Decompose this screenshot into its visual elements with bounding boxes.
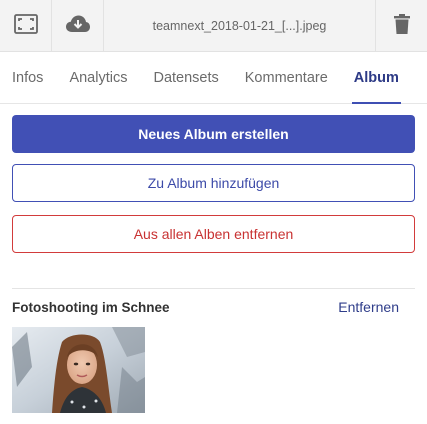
divider xyxy=(12,288,415,289)
remove-from-all-albums-button[interactable]: Aus allen Alben entfernen xyxy=(12,215,415,253)
tab-bar: Infos Analytics Datensets Kommentare Alb… xyxy=(0,52,427,104)
create-album-button[interactable]: Neues Album erstellen xyxy=(12,115,415,153)
toolbar: teamnext_2018-01-21_[...].jpeg xyxy=(0,0,427,52)
download-button[interactable] xyxy=(52,0,104,52)
delete-button[interactable] xyxy=(375,0,427,52)
file-name: teamnext_2018-01-21_[...].jpeg xyxy=(152,18,327,33)
tab-analytics[interactable]: Analytics xyxy=(69,52,127,104)
fit-to-screen-button[interactable] xyxy=(0,0,52,52)
tab-infos[interactable]: Infos xyxy=(12,52,43,104)
album-name: Fotoshooting im Schnee xyxy=(12,299,170,315)
cloud-download-icon xyxy=(65,14,91,39)
tab-kommentare[interactable]: Kommentare xyxy=(245,52,328,104)
fit-to-screen-icon xyxy=(13,13,38,39)
album-remove-link[interactable]: Entfernen xyxy=(338,299,399,315)
album-thumbnail[interactable] xyxy=(12,327,145,413)
trash-icon xyxy=(393,13,410,39)
tab-datensets[interactable]: Datensets xyxy=(153,52,218,104)
add-to-album-button[interactable]: Zu Album hinzufügen xyxy=(12,164,415,202)
tab-album[interactable]: Album xyxy=(351,52,402,104)
album-item: Fotoshooting im Schnee Entfernen xyxy=(12,297,415,317)
